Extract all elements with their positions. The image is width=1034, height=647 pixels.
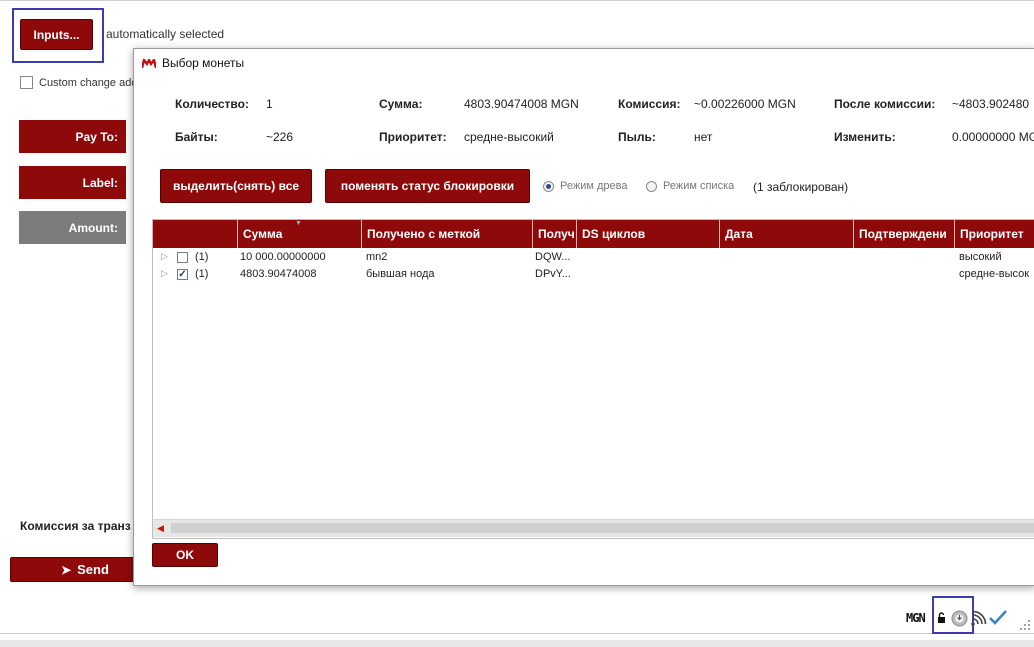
- lock-icon[interactable]: [937, 612, 946, 623]
- col-priority[interactable]: Приоритет: [955, 220, 1034, 248]
- row-priority: высокий: [959, 251, 1002, 263]
- app-logo-icon: [140, 57, 158, 69]
- resize-grip-icon[interactable]: [1018, 618, 1032, 632]
- network-icon[interactable]: [971, 610, 987, 626]
- tree-mode-radio[interactable]: Режим древа: [543, 180, 627, 192]
- quantity-value: 1: [266, 97, 273, 111]
- quantity-label: Количество:: [175, 97, 249, 111]
- list-mode-label: Режим списка: [663, 180, 735, 192]
- col-amount[interactable]: Сумма ▼: [238, 220, 362, 248]
- select-all-button[interactable]: выделить(снять) все: [160, 169, 312, 203]
- send-icon: ➤: [61, 562, 72, 577]
- bytes-label: Байты:: [175, 130, 218, 144]
- custom-change-row[interactable]: Custom change add: [20, 76, 137, 89]
- row-checkbox[interactable]: [177, 252, 188, 263]
- col-date[interactable]: Дата: [720, 220, 854, 248]
- expand-arrow-icon[interactable]: ▷: [161, 251, 168, 262]
- horizontal-scrollbar[interactable]: ◀: [153, 519, 1034, 537]
- sync-icon[interactable]: [951, 610, 968, 627]
- row-amount: 4803.90474008: [240, 268, 317, 280]
- fee-info-value: ~0.00226000 MGN: [694, 97, 796, 111]
- dialog-title: Выбор монеты: [162, 56, 245, 70]
- ok-button[interactable]: OK: [152, 543, 218, 567]
- col-label[interactable]: Получено с меткой: [362, 220, 533, 248]
- coin-control-dialog: Выбор монеты Количество: 1 Сумма: 4803.9…: [133, 48, 1034, 586]
- scrollbar-thumb[interactable]: [171, 523, 1034, 533]
- table-header: Сумма ▼ Получено с меткой Получ DS цикло…: [153, 220, 1034, 248]
- auto-selected-text: automatically selected: [106, 27, 225, 41]
- col-ds-rounds[interactable]: DS циклов: [577, 220, 720, 248]
- row-amount: 10 000.00000000: [240, 251, 326, 263]
- pay-to-label: Pay To:: [19, 120, 126, 153]
- amount-label: Amount:: [19, 211, 126, 244]
- label-label: Label:: [19, 166, 126, 199]
- row-label: бывшая нода: [366, 268, 435, 280]
- list-mode-radio[interactable]: Режим списка: [646, 180, 734, 192]
- row-priority: средне-высок: [959, 268, 1030, 280]
- sort-indicator-icon: ▼: [295, 220, 302, 227]
- priority-value: средне-высокий: [464, 130, 554, 144]
- tree-mode-radio-dot: [543, 180, 554, 192]
- scroll-left-icon[interactable]: ◀: [157, 523, 164, 534]
- row-checkbox[interactable]: ✓: [177, 269, 188, 280]
- bytes-value: ~226: [266, 130, 294, 144]
- fee-label: Комиссия за транз: [20, 519, 131, 533]
- dust-value: нет: [694, 130, 713, 144]
- synced-check-icon[interactable]: [989, 609, 1007, 626]
- row-label: mn2: [366, 251, 388, 263]
- after-fee-label: После комиссии:: [834, 97, 936, 111]
- top-divider: [0, 0, 1034, 1]
- dialog-titlebar: Выбор монеты: [134, 49, 1034, 77]
- change-label: Изменить:: [834, 130, 896, 144]
- after-fee-value: ~4803.902480: [952, 97, 1030, 111]
- row-count: (1): [195, 268, 209, 280]
- col-amount-label: Сумма: [243, 227, 283, 241]
- locked-count: (1 заблокирован): [753, 180, 849, 194]
- dust-label: Пыль:: [618, 130, 656, 144]
- row-count: (1): [195, 251, 209, 263]
- inputs-button[interactable]: Inputs...: [20, 19, 93, 50]
- currency-unit[interactable]: MGN: [906, 611, 926, 625]
- expand-arrow-icon[interactable]: ▷: [161, 268, 168, 279]
- sum-value: 4803.90474008 MGN: [464, 97, 579, 111]
- col-confirmations[interactable]: Подтверждени: [854, 220, 955, 248]
- fee-info-label: Комиссия:: [618, 97, 681, 111]
- statusbar-divider: [0, 633, 1034, 634]
- coin-table: Сумма ▼ Получено с меткой Получ DS цикло…: [152, 219, 1034, 539]
- statusbar-bottom: [0, 640, 1034, 647]
- tree-mode-label: Режим древа: [560, 180, 628, 192]
- custom-change-checkbox[interactable]: [20, 76, 33, 89]
- priority-label: Приоритет:: [379, 130, 447, 144]
- row-address: DPvY...: [535, 268, 571, 280]
- change-value: 0.00000000 MG: [952, 130, 1034, 144]
- toggle-lock-button[interactable]: поменять статус блокировки: [325, 169, 530, 203]
- custom-change-label: Custom change add: [39, 76, 138, 89]
- col-address[interactable]: Получ: [533, 220, 577, 248]
- send-label: Send: [77, 562, 109, 577]
- table-row[interactable]: ▷ (1) 10 000.00000000 mn2 DQW... высокий: [153, 250, 1034, 266]
- list-mode-radio-dot: [646, 180, 657, 192]
- col-tree[interactable]: [153, 220, 238, 248]
- sum-label: Сумма:: [379, 97, 423, 111]
- row-address: DQW...: [535, 251, 571, 263]
- table-row[interactable]: ▷ ✓ (1) 4803.90474008 бывшая нода DPvY..…: [153, 267, 1034, 283]
